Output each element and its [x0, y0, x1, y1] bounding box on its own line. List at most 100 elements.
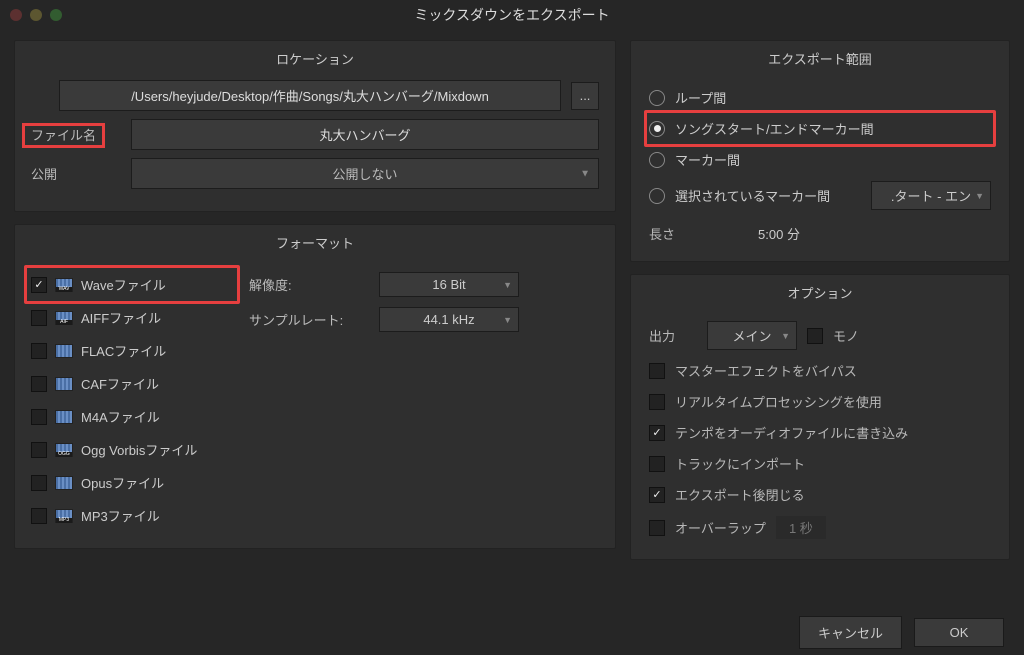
format-item-aiff[interactable]: AIFFファイル — [27, 301, 237, 334]
bypass-master-label: マスターエフェクトをバイパス — [675, 361, 857, 380]
output-label: 出力 — [649, 326, 697, 345]
ok-button[interactable]: OK — [914, 618, 1004, 647]
format-opus-checkbox[interactable] — [31, 475, 47, 491]
mp3-icon — [55, 509, 73, 523]
caf-icon — [55, 377, 73, 391]
format-aiff-checkbox[interactable] — [31, 310, 47, 326]
range-selected-marker-radio[interactable] — [649, 188, 665, 204]
range-loop-row[interactable]: ループ間 — [647, 82, 993, 113]
close-after-checkbox[interactable]: ✓ — [649, 487, 665, 503]
resolution-label: 解像度: — [249, 275, 379, 294]
format-item-opus[interactable]: Opusファイル — [27, 466, 237, 499]
samplerate-dropdown[interactable]: 44.1 kHz ▼ — [379, 307, 519, 332]
samplerate-label: サンプルレート: — [249, 310, 379, 329]
titlebar: ミックスダウンをエクスポート — [0, 0, 1024, 30]
publish-value: 公開しない — [332, 167, 397, 182]
filename-field[interactable]: 丸大ハンバーグ — [131, 119, 599, 150]
format-item-ogg[interactable]: Ogg Vorbisファイル — [27, 433, 237, 466]
marker-dd-value: .タート - エン — [891, 189, 971, 204]
range-selected-marker-label: 選択されているマーカー間 — [675, 186, 861, 205]
chevron-down-icon: ▼ — [975, 191, 984, 201]
options-title: オプション — [631, 275, 1009, 308]
length-label: 長さ — [649, 224, 709, 243]
realtime-label: リアルタイムプロセッシングを使用 — [675, 392, 882, 411]
close-after-label: エクスポート後閉じる — [675, 485, 805, 504]
range-marker-row[interactable]: マーカー間 — [647, 144, 993, 175]
wave-icon — [55, 278, 73, 292]
format-ogg-label: Ogg Vorbisファイル — [81, 440, 197, 459]
location-title: ロケーション — [15, 41, 615, 74]
resolution-dropdown[interactable]: 16 Bit ▼ — [379, 272, 519, 297]
window-title: ミックスダウンをエクスポート — [0, 5, 1024, 25]
format-mp3-checkbox[interactable] — [31, 508, 47, 524]
format-m4a-checkbox[interactable] — [31, 409, 47, 425]
chevron-down-icon: ▼ — [580, 168, 590, 179]
format-flac-label: FLACファイル — [81, 341, 166, 360]
range-marker-radio[interactable] — [649, 152, 665, 168]
format-wave-highlight: ✓ Waveファイル — [24, 265, 240, 304]
format-item-wave[interactable]: ✓ Waveファイル — [27, 268, 237, 301]
mono-label: モノ — [833, 326, 859, 345]
format-aiff-label: AIFFファイル — [81, 308, 161, 327]
format-flac-checkbox[interactable] — [31, 343, 47, 359]
format-item-flac[interactable]: FLACファイル — [27, 334, 237, 367]
chevron-down-icon: ▼ — [781, 331, 790, 341]
range-songmarker-radio[interactable] — [649, 121, 665, 137]
export-path-field[interactable]: /Users/heyjude/Desktop/作曲/Songs/丸大ハンバーグ/… — [59, 80, 561, 111]
format-panel: フォーマット ✓ Waveファイル AIFFファイル — [14, 224, 616, 549]
overlap-checkbox[interactable] — [649, 520, 665, 536]
format-m4a-label: M4Aファイル — [81, 407, 160, 426]
range-selected-marker-row[interactable]: 選択されているマーカー間 .タート - エン ▼ — [647, 175, 993, 216]
range-songmarker-row[interactable]: ソングスタート/エンドマーカー間 — [647, 113, 993, 144]
overlap-label: オーバーラップ — [675, 518, 766, 537]
bypass-master-checkbox[interactable] — [649, 363, 665, 379]
dialog-footer: キャンセル OK — [0, 609, 1024, 655]
format-caf-label: CAFファイル — [81, 374, 159, 393]
export-range-panel: エクスポート範囲 ループ間 ソングスタート/エンドマーカー間 マーカー間 — [630, 40, 1010, 262]
resolution-value: 16 Bit — [432, 277, 465, 292]
format-title: フォーマット — [15, 225, 615, 258]
filename-label-highlight: ファイル名 — [22, 123, 105, 148]
format-caf-checkbox[interactable] — [31, 376, 47, 392]
output-value: メイン — [732, 329, 771, 344]
range-loop-radio[interactable] — [649, 90, 665, 106]
publish-dropdown[interactable]: 公開しない ▼ — [131, 158, 599, 189]
tempo-checkbox[interactable]: ✓ — [649, 425, 665, 441]
flac-icon — [55, 344, 73, 358]
marker-dropdown[interactable]: .タート - エン ▼ — [871, 181, 991, 210]
format-wave-checkbox[interactable]: ✓ — [31, 277, 47, 293]
range-songmarker-label: ソングスタート/エンドマーカー間 — [675, 119, 874, 138]
filename-label: ファイル名 — [31, 125, 121, 144]
format-ogg-checkbox[interactable] — [31, 442, 47, 458]
browse-button[interactable]: ... — [571, 82, 599, 110]
output-dropdown[interactable]: メイン ▼ — [707, 321, 797, 350]
format-list: ✓ Waveファイル AIFFファイル FLACファイル — [27, 268, 237, 532]
format-item-caf[interactable]: CAFファイル — [27, 367, 237, 400]
chevron-down-icon: ▼ — [503, 315, 512, 325]
range-songmarker-highlight: ソングスタート/エンドマーカー間 — [644, 110, 996, 147]
range-loop-label: ループ間 — [675, 88, 726, 107]
format-item-mp3[interactable]: MP3ファイル — [27, 499, 237, 532]
location-panel: ロケーション /Users/heyjude/Desktop/作曲/Songs/丸… — [14, 40, 616, 212]
tempo-label: テンポをオーディオファイルに書き込み — [675, 423, 908, 442]
import-track-checkbox[interactable] — [649, 456, 665, 472]
cancel-button[interactable]: キャンセル — [799, 616, 902, 649]
format-mp3-label: MP3ファイル — [81, 506, 160, 525]
format-item-m4a[interactable]: M4Aファイル — [27, 400, 237, 433]
mono-checkbox[interactable] — [807, 328, 823, 344]
options-panel: オプション 出力 メイン ▼ モノ マスターエフェクトをバイパス — [630, 274, 1010, 560]
publish-label: 公開 — [31, 164, 121, 183]
import-track-label: トラックにインポート — [675, 454, 805, 473]
realtime-checkbox[interactable] — [649, 394, 665, 410]
overlap-field[interactable]: 1 秒 — [776, 516, 826, 539]
m4a-icon — [55, 410, 73, 424]
format-opus-label: Opusファイル — [81, 473, 164, 492]
aiff-icon — [55, 311, 73, 325]
samplerate-value: 44.1 kHz — [423, 312, 474, 327]
ogg-icon — [55, 443, 73, 457]
chevron-down-icon: ▼ — [503, 280, 512, 290]
range-marker-label: マーカー間 — [675, 150, 740, 169]
length-value: 5:00 分 — [719, 224, 839, 243]
format-wave-label: Waveファイル — [81, 275, 166, 294]
opus-icon — [55, 476, 73, 490]
